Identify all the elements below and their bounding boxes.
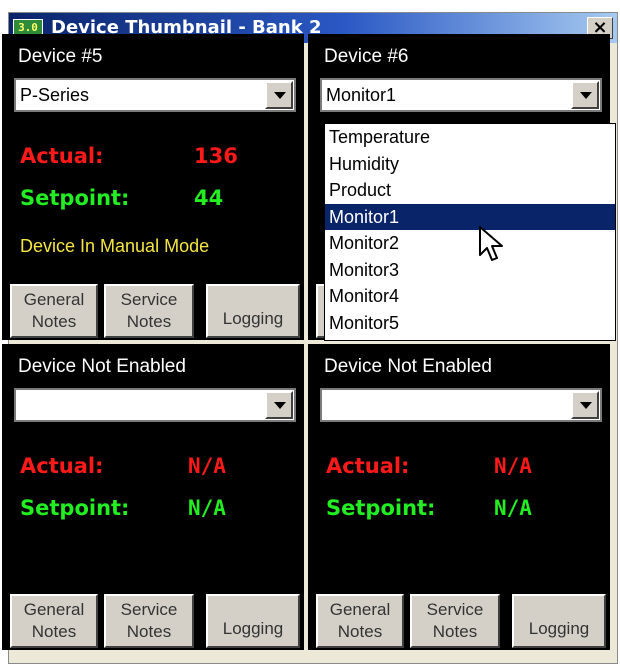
button-label-line2: Notes	[337, 622, 383, 641]
dropdown-option[interactable]: Monitor5	[325, 310, 615, 337]
device-type-dropdown-list[interactable]: Temperature Humidity Product Monitor1 Mo…	[324, 123, 616, 341]
device-title: Device Not Enabled	[18, 356, 186, 377]
button-label-line1: Service	[426, 600, 484, 619]
button-label-line1: Service	[120, 600, 178, 619]
setpoint-label: Setpoint:	[20, 186, 130, 210]
device-type-select[interactable]	[14, 388, 296, 422]
dropdown-option[interactable]: Monitor3	[325, 257, 615, 284]
button-label-line1: General	[329, 600, 391, 619]
select-value: Monitor1	[326, 85, 397, 105]
logging-button[interactable]: Logging	[512, 594, 606, 648]
button-label: Logging	[222, 619, 284, 638]
general-notes-button[interactable]: General Notes	[316, 594, 404, 648]
button-label-line2: Notes	[126, 622, 172, 641]
device-type-select[interactable]	[320, 388, 602, 422]
setpoint-label: Setpoint:	[20, 496, 130, 520]
setpoint-label: Setpoint:	[326, 496, 436, 520]
device-panel-not-enabled-right: Device Not Enabled Actual: N/A Setpoint:…	[308, 344, 610, 650]
button-label: Logging	[528, 619, 590, 638]
general-notes-button[interactable]: General Notes	[10, 284, 98, 338]
actual-value: N/A	[494, 454, 532, 478]
actual-label: Actual:	[20, 454, 104, 478]
actual-label: Actual:	[326, 454, 410, 478]
device-panel-not-enabled-left: Device Not Enabled Actual: N/A Setpoint:…	[2, 344, 304, 650]
service-notes-button[interactable]: Service Notes	[104, 284, 194, 338]
chevron-down-icon[interactable]	[265, 81, 293, 109]
device-type-select[interactable]: P-Series	[14, 78, 296, 112]
button-label-line1: Service	[120, 290, 178, 309]
dropdown-option[interactable]: Temperature	[325, 124, 615, 151]
service-notes-button[interactable]: Service Notes	[410, 594, 500, 648]
general-notes-button[interactable]: General Notes	[10, 594, 98, 648]
mouse-cursor-icon	[479, 226, 503, 261]
button-label-line2: Notes	[432, 622, 478, 641]
dropdown-option-selected[interactable]: Monitor1	[325, 203, 615, 230]
setpoint-value: 44	[194, 186, 224, 210]
actual-label: Actual:	[20, 144, 104, 168]
actual-value: 136	[194, 144, 238, 168]
chevron-down-icon[interactable]	[571, 391, 599, 419]
button-label-line1: General	[23, 290, 85, 309]
logging-button[interactable]: Logging	[206, 594, 300, 648]
dropdown-option[interactable]: Monitor2	[325, 230, 615, 257]
dropdown-option[interactable]: Product	[325, 177, 615, 204]
chevron-down-icon[interactable]	[571, 81, 599, 109]
chevron-down-icon[interactable]	[265, 391, 293, 419]
button-label-line1: General	[23, 600, 85, 619]
actual-value: N/A	[188, 454, 226, 478]
service-notes-button[interactable]: Service Notes	[104, 594, 194, 648]
setpoint-value: N/A	[188, 496, 226, 520]
device-type-select[interactable]: Monitor1	[320, 78, 602, 112]
button-label-line2: Notes	[31, 312, 77, 331]
status-text: Device In Manual Mode	[20, 236, 210, 256]
device-title: Device Not Enabled	[324, 356, 492, 377]
button-label-line2: Notes	[31, 622, 77, 641]
device-title: Device #6	[324, 46, 409, 67]
button-label: Logging	[222, 309, 284, 328]
button-label-line2: Notes	[126, 312, 172, 331]
select-value: P-Series	[20, 85, 90, 105]
dropdown-option[interactable]: Monitor4	[325, 283, 615, 310]
device-panel-5: Device #5 P-Series Actual: 136 Setpoint:…	[2, 34, 304, 340]
dropdown-option[interactable]: Humidity	[325, 151, 615, 178]
setpoint-value: N/A	[494, 496, 532, 520]
device-title: Device #5	[18, 46, 103, 67]
logging-button[interactable]: Logging	[206, 284, 300, 338]
